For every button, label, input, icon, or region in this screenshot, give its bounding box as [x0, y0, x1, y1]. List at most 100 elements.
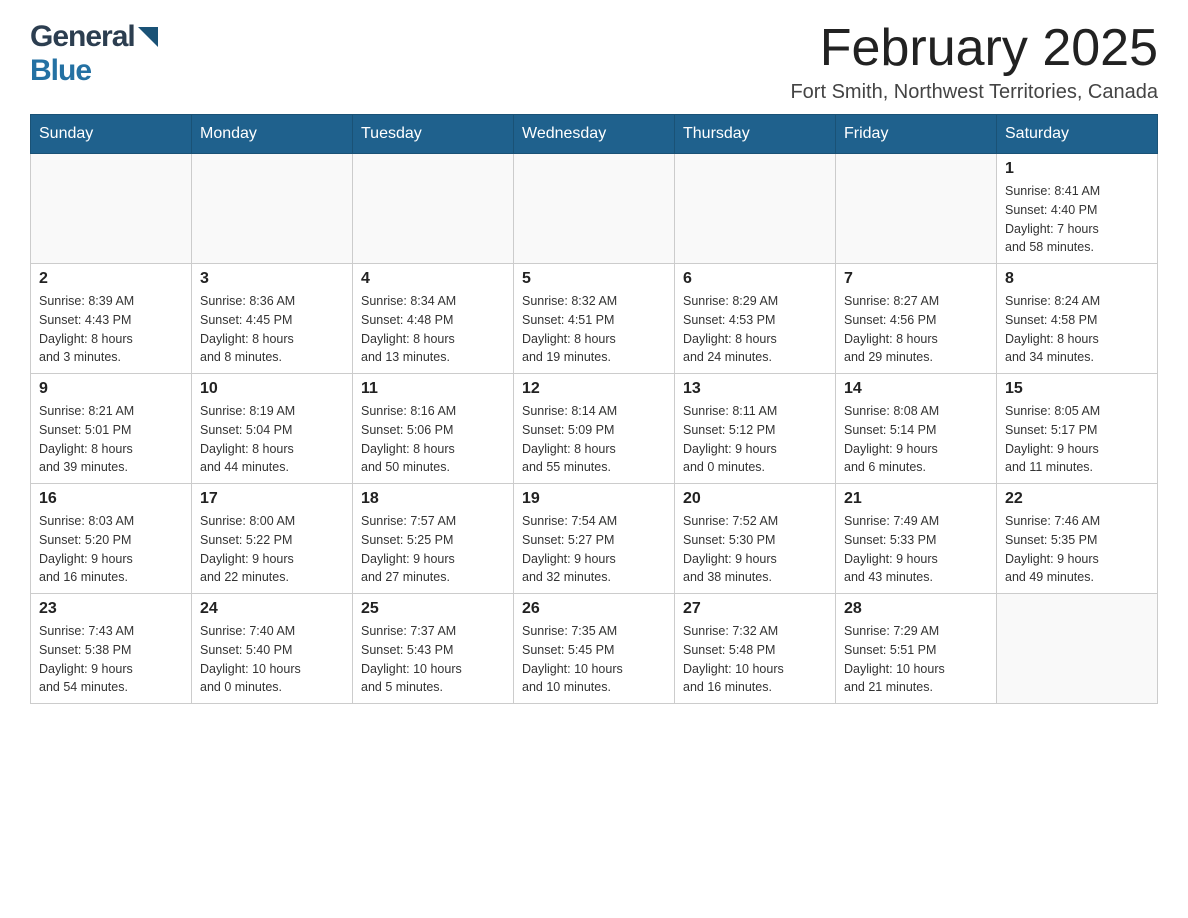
calendar-cell — [514, 154, 675, 264]
day-number: 10 — [200, 380, 344, 398]
day-number: 1 — [1005, 160, 1149, 178]
calendar-cell: 12Sunrise: 8:14 AMSunset: 5:09 PMDayligh… — [514, 374, 675, 484]
day-number: 11 — [361, 380, 505, 398]
day-info: Sunrise: 7:54 AMSunset: 5:27 PMDaylight:… — [522, 512, 666, 587]
day-info: Sunrise: 8:36 AMSunset: 4:45 PMDaylight:… — [200, 292, 344, 367]
month-title: February 2025 — [790, 20, 1158, 77]
day-info: Sunrise: 8:11 AMSunset: 5:12 PMDaylight:… — [683, 402, 827, 477]
calendar-cell — [675, 154, 836, 264]
calendar-cell: 21 Sunrise: 7:49 AMSunset: 5:33 PMDayligh… — [836, 484, 997, 594]
day-number: 22 — [1005, 490, 1149, 508]
day-number: 6 — [683, 270, 827, 288]
day-info: Sunrise: 8:00 AMSunset: 5:22 PMDaylight:… — [200, 512, 344, 587]
calendar-cell — [997, 594, 1158, 704]
day-of-week-thursday: Thursday — [675, 115, 836, 154]
day-info: Sunrise: 8:05 AMSunset: 5:17 PMDaylight:… — [1005, 402, 1149, 477]
day-number: 21 — [844, 490, 988, 508]
page-header: General Blue February 2025 Fort Smith, N… — [30, 20, 1158, 104]
calendar-cell: 6 Sunrise: 8:29 AMSunset: 4:53 PMDaylight… — [675, 264, 836, 374]
days-of-week-row: SundayMondayTuesdayWednesdayThursdayFrid… — [31, 115, 1158, 154]
calendar-cell: 25 Sunrise: 7:37 AMSunset: 5:43 PMDayligh… — [353, 594, 514, 704]
day-info: Sunrise: 8:39 AMSunset: 4:43 PMDaylight:… — [39, 292, 183, 367]
calendar-cell: 9Sunrise: 8:21 AMSunset: 5:01 PMDaylight… — [31, 374, 192, 484]
day-info: Sunrise: 8:34 AMSunset: 4:48 PMDaylight:… — [361, 292, 505, 367]
day-number: 2 — [39, 270, 183, 288]
calendar-cell: 14Sunrise: 8:08 AMSunset: 5:14 PMDayligh… — [836, 374, 997, 484]
day-info: Sunrise: 8:29 AMSunset: 4:53 PMDaylight:… — [683, 292, 827, 367]
day-number: 12 — [522, 380, 666, 398]
day-info: Sunrise: 8:32 AMSunset: 4:51 PMDaylight:… — [522, 292, 666, 367]
calendar-cell: 8 Sunrise: 8:24 AMSunset: 4:58 PMDaylight… — [997, 264, 1158, 374]
day-number: 20 — [683, 490, 827, 508]
day-number: 26 — [522, 600, 666, 618]
day-info: Sunrise: 7:46 AMSunset: 5:35 PMDaylight:… — [1005, 512, 1149, 587]
day-of-week-sunday: Sunday — [31, 115, 192, 154]
day-number: 25 — [361, 600, 505, 618]
day-number: 27 — [683, 600, 827, 618]
calendar-cell: 18 Sunrise: 7:57 AMSunset: 5:25 PMDayligh… — [353, 484, 514, 594]
calendar-body: 1 Sunrise: 8:41 AMSunset: 4:40 PMDaylight… — [31, 154, 1158, 704]
day-number: 13 — [683, 380, 827, 398]
calendar-cell: 26 Sunrise: 7:35 AMSunset: 5:45 PMDayligh… — [514, 594, 675, 704]
day-number: 7 — [844, 270, 988, 288]
day-info: Sunrise: 7:35 AMSunset: 5:45 PMDaylight:… — [522, 622, 666, 697]
calendar-cell: 7 Sunrise: 8:27 AMSunset: 4:56 PMDaylight… — [836, 264, 997, 374]
calendar-cell — [836, 154, 997, 264]
day-info: Sunrise: 8:27 AMSunset: 4:56 PMDaylight:… — [844, 292, 988, 367]
day-info: Sunrise: 8:24 AMSunset: 4:58 PMDaylight:… — [1005, 292, 1149, 367]
day-number: 14 — [844, 380, 988, 398]
day-info: Sunrise: 7:49 AMSunset: 5:33 PMDaylight:… — [844, 512, 988, 587]
day-number: 8 — [1005, 270, 1149, 288]
day-info: Sunrise: 7:57 AMSunset: 5:25 PMDaylight:… — [361, 512, 505, 587]
title-block: February 2025 Fort Smith, Northwest Terr… — [790, 20, 1158, 104]
day-number: 16 — [39, 490, 183, 508]
calendar-cell: 2 Sunrise: 8:39 AMSunset: 4:43 PMDaylight… — [31, 264, 192, 374]
logo-blue-text: Blue — [30, 54, 91, 88]
calendar-cell: 24Sunrise: 7:40 AMSunset: 5:40 PMDayligh… — [192, 594, 353, 704]
calendar-week-3: 9Sunrise: 8:21 AMSunset: 5:01 PMDaylight… — [31, 374, 1158, 484]
calendar-cell — [192, 154, 353, 264]
calendar-cell: 28Sunrise: 7:29 AMSunset: 5:51 PMDayligh… — [836, 594, 997, 704]
day-number: 24 — [200, 600, 344, 618]
day-number: 19 — [522, 490, 666, 508]
logo-arrow-container — [135, 27, 158, 47]
calendar-cell: 15 Sunrise: 8:05 AMSunset: 5:17 PMDayligh… — [997, 374, 1158, 484]
logo-arrow-icon — [138, 27, 158, 47]
day-number: 17 — [200, 490, 344, 508]
calendar-cell: 17 Sunrise: 8:00 AMSunset: 5:22 PMDayligh… — [192, 484, 353, 594]
day-info: Sunrise: 7:29 AMSunset: 5:51 PMDaylight:… — [844, 622, 988, 697]
calendar-cell — [353, 154, 514, 264]
calendar-cell: 11 Sunrise: 8:16 AMSunset: 5:06 PMDayligh… — [353, 374, 514, 484]
calendar-cell: 16 Sunrise: 8:03 AMSunset: 5:20 PMDayligh… — [31, 484, 192, 594]
day-of-week-wednesday: Wednesday — [514, 115, 675, 154]
calendar-table: SundayMondayTuesdayWednesdayThursdayFrid… — [30, 114, 1158, 704]
day-info: Sunrise: 8:03 AMSunset: 5:20 PMDaylight:… — [39, 512, 183, 587]
calendar-week-2: 2 Sunrise: 8:39 AMSunset: 4:43 PMDaylight… — [31, 264, 1158, 374]
calendar-cell: 1 Sunrise: 8:41 AMSunset: 4:40 PMDaylight… — [997, 154, 1158, 264]
day-info: Sunrise: 8:16 AMSunset: 5:06 PMDaylight:… — [361, 402, 505, 477]
calendar-week-4: 16 Sunrise: 8:03 AMSunset: 5:20 PMDayligh… — [31, 484, 1158, 594]
calendar-cell: 13 Sunrise: 8:11 AMSunset: 5:12 PMDayligh… — [675, 374, 836, 484]
logo: General Blue — [30, 20, 158, 88]
day-info: Sunrise: 8:19 AMSunset: 5:04 PMDaylight:… — [200, 402, 344, 477]
day-of-week-saturday: Saturday — [997, 115, 1158, 154]
day-number: 9 — [39, 380, 183, 398]
day-number: 18 — [361, 490, 505, 508]
day-info: Sunrise: 7:32 AMSunset: 5:48 PMDaylight:… — [683, 622, 827, 697]
day-number: 4 — [361, 270, 505, 288]
calendar-cell: 5Sunrise: 8:32 AMSunset: 4:51 PMDaylight… — [514, 264, 675, 374]
day-info: Sunrise: 8:41 AMSunset: 4:40 PMDaylight:… — [1005, 182, 1149, 257]
calendar-cell: 10 Sunrise: 8:19 AMSunset: 5:04 PMDayligh… — [192, 374, 353, 484]
logo-general-text: General — [30, 20, 135, 54]
calendar-cell: 3 Sunrise: 8:36 AMSunset: 4:45 PMDaylight… — [192, 264, 353, 374]
calendar-cell: 4 Sunrise: 8:34 AMSunset: 4:48 PMDaylight… — [353, 264, 514, 374]
day-number: 3 — [200, 270, 344, 288]
calendar-header: SundayMondayTuesdayWednesdayThursdayFrid… — [31, 115, 1158, 154]
calendar-cell: 23Sunrise: 7:43 AMSunset: 5:38 PMDayligh… — [31, 594, 192, 704]
day-info: Sunrise: 7:37 AMSunset: 5:43 PMDaylight:… — [361, 622, 505, 697]
day-of-week-friday: Friday — [836, 115, 997, 154]
day-number: 15 — [1005, 380, 1149, 398]
day-number: 23 — [39, 600, 183, 618]
location-subtitle: Fort Smith, Northwest Territories, Canad… — [790, 81, 1158, 104]
calendar-cell — [31, 154, 192, 264]
